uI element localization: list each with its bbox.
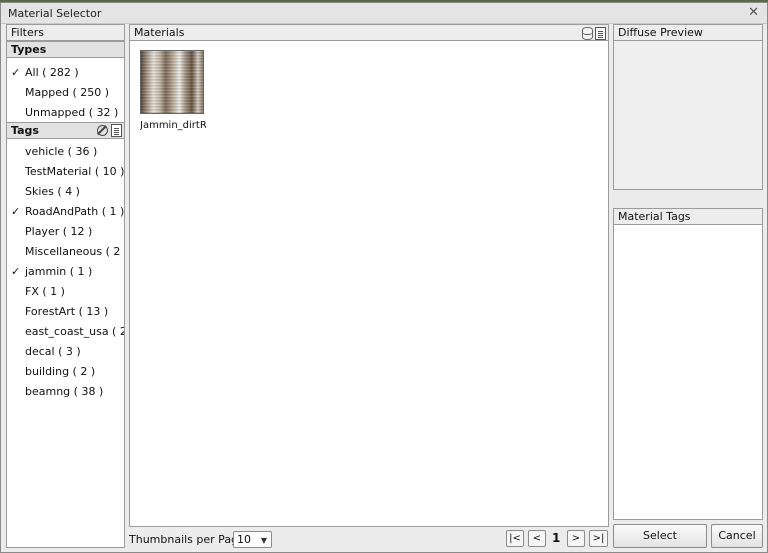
material-thumbnail[interactable] xyxy=(140,50,204,114)
tag-filter-item[interactable]: ForestArt ( 13 ) xyxy=(7,302,124,322)
window-title: Material Selector xyxy=(8,7,102,20)
tag-list-icon[interactable] xyxy=(111,124,122,137)
material-tags-panel: Material Tags xyxy=(613,208,763,520)
tag-filter-item[interactable]: vehicle ( 36 ) xyxy=(7,142,124,162)
materials-header: Materials xyxy=(130,25,608,41)
thumbnails-per-page-select[interactable]: 10 ▼ xyxy=(233,531,272,548)
type-filter-item-label: Mapped ( 250 ) xyxy=(25,86,110,99)
tag-filter-item-label: decal ( 3 ) xyxy=(25,345,81,358)
tag-filter-item-label: FX ( 1 ) xyxy=(25,285,65,298)
new-material-icon[interactable] xyxy=(595,27,606,40)
tag-filter-item[interactable]: Player ( 12 ) xyxy=(7,222,124,242)
tag-filter-item-label: building ( 2 ) xyxy=(25,365,96,378)
diffuse-preview-header: Diffuse Preview xyxy=(614,25,762,41)
type-filter-item[interactable]: Unmapped ( 32 ) xyxy=(7,103,124,123)
tag-filter-item-label: Miscellaneous ( 2 ) xyxy=(25,245,124,258)
first-page-button[interactable]: |< xyxy=(506,530,524,547)
tag-filter-item-label: RoadAndPath ( 1 ) xyxy=(25,205,124,218)
material-thumbnail-label: Jammin_dirtRo xyxy=(140,120,206,131)
close-icon[interactable]: ✕ xyxy=(748,5,759,20)
tag-filter-item-label: vehicle ( 36 ) xyxy=(25,145,98,158)
prev-page-button[interactable]: < xyxy=(528,530,546,547)
tag-filter-item[interactable]: beamng ( 38 ) xyxy=(7,382,124,402)
last-page-button[interactable]: >| xyxy=(589,530,608,547)
tag-filter-item[interactable]: decal ( 3 ) xyxy=(7,342,124,362)
checkmark-icon: ✓ xyxy=(11,66,21,79)
database-icon[interactable] xyxy=(582,27,593,40)
checkmark-icon: ✓ xyxy=(11,205,21,218)
tag-filter-item-label: jammin ( 1 ) xyxy=(25,265,93,278)
tag-filter-item[interactable]: building ( 2 ) xyxy=(7,362,124,382)
tag-filter-item-label: TestMaterial ( 10 ) xyxy=(25,165,124,178)
material-tags-header: Material Tags xyxy=(614,209,762,225)
thumbnails-per-page-value: 10 xyxy=(237,533,251,546)
current-page: 1 xyxy=(552,531,561,545)
tag-filter-item-label: Skies ( 4 ) xyxy=(25,185,80,198)
filters-panel: Filters Types ✓ All ( 282 ) Mapped ( 250 )… xyxy=(6,24,125,548)
select-button[interactable]: Select xyxy=(613,524,707,548)
type-filter-item-label: All ( 282 ) xyxy=(25,66,79,79)
tag-filter-item[interactable]: TestMaterial ( 10 ) xyxy=(7,162,124,182)
type-filter-item[interactable]: ✓ All ( 282 ) xyxy=(7,63,124,83)
type-filter-item[interactable]: Mapped ( 250 ) xyxy=(7,83,124,103)
next-page-button[interactable]: > xyxy=(567,530,585,547)
title-bar[interactable]: Material Selector ✕ xyxy=(1,3,767,24)
tag-filter-item-label: beamng ( 38 ) xyxy=(25,385,104,398)
types-header: Types xyxy=(7,41,124,58)
filters-header: Filters xyxy=(7,25,124,41)
tag-filter-item-label: ForestArt ( 13 ) xyxy=(25,305,109,318)
checkmark-icon: ✓ xyxy=(11,265,21,278)
chevron-down-icon: ▼ xyxy=(260,536,267,545)
tags-header-label: Tags xyxy=(11,124,39,137)
tag-filter-item[interactable]: ✓ jammin ( 1 ) xyxy=(7,262,124,282)
type-filter-item-label: Unmapped ( 32 ) xyxy=(25,106,119,119)
diffuse-preview-panel: Diffuse Preview xyxy=(613,24,763,190)
tag-filter-item[interactable]: FX ( 1 ) xyxy=(7,282,124,302)
tag-filter-item-label: east_coast_usa ( 2 ) xyxy=(25,325,124,338)
tag-filter-item[interactable]: Skies ( 4 ) xyxy=(7,182,124,202)
tag-filter-item[interactable]: Miscellaneous ( 2 ) xyxy=(7,242,124,262)
tag-filter-item-label: Player ( 12 ) xyxy=(25,225,93,238)
thumbnails-per-page-label: Thumbnails per Page: xyxy=(129,533,249,546)
tag-filter-item[interactable]: ✓ RoadAndPath ( 1 ) xyxy=(7,202,124,222)
cancel-button[interactable]: Cancel xyxy=(711,524,763,548)
clear-tags-icon[interactable] xyxy=(97,125,108,136)
tag-filter-item[interactable]: east_coast_usa ( 2 ) xyxy=(7,322,124,342)
